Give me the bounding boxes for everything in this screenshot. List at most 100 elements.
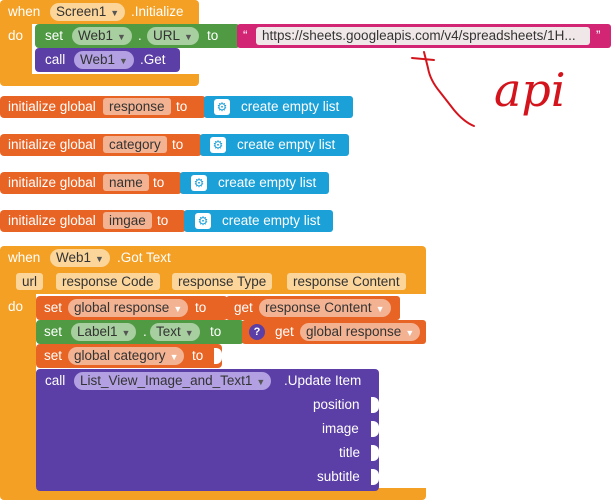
to-keyword: to	[207, 28, 219, 43]
to-keyword: to	[195, 300, 207, 315]
create-empty-list-label: create empty list	[218, 175, 317, 190]
label1-label: Label1	[77, 324, 118, 339]
global-name-imgae[interactable]: imgae	[103, 212, 152, 229]
param-label: response Type	[178, 274, 267, 289]
annotation-api-text: api	[494, 63, 566, 117]
global-name-response[interactable]: response	[103, 98, 171, 115]
to-keyword: to	[176, 99, 188, 114]
do-keyword: do	[8, 299, 24, 314]
question-mark-icon[interactable]: ?	[249, 324, 265, 340]
empty-socket[interactable]	[214, 348, 222, 364]
initialize-global-label: initialize global	[8, 99, 96, 114]
param-response-content[interactable]: response Content	[287, 273, 406, 290]
arg-subtitle-label: subtitle	[317, 469, 360, 484]
chevron-down-icon: ▼	[121, 328, 131, 338]
create-empty-list-label: create empty list	[241, 99, 340, 114]
param-label: url	[22, 274, 38, 289]
dot-separator: .	[143, 324, 147, 339]
gear-icon[interactable]: ⚙	[191, 175, 207, 191]
text-property-dropdown[interactable]: Text ▼	[150, 323, 200, 341]
set-keyword: set	[44, 324, 63, 339]
create-empty-list-label: create empty list	[222, 213, 321, 228]
var-label: global response	[306, 324, 402, 339]
chevron-down-icon: ▼	[256, 377, 266, 387]
response-content-var-dropdown[interactable]: response Content ▼	[259, 299, 391, 317]
chevron-down-icon: ▼	[184, 328, 194, 338]
global-response-var-dropdown[interactable]: global response ▼	[68, 299, 189, 317]
param-label: response Code	[62, 274, 154, 289]
screen1-component-dropdown[interactable]: Screen1 ▼	[50, 3, 126, 21]
arg-image-label: image	[322, 421, 359, 436]
set-keyword: set	[44, 300, 63, 315]
chevron-down-icon: ▼	[173, 304, 183, 314]
global-name-text: name	[109, 175, 143, 190]
call-keyword: call	[45, 373, 66, 388]
arg-title-label: title	[339, 445, 361, 460]
chevron-down-icon: ▼	[95, 254, 104, 264]
dot-separator: .	[138, 28, 142, 43]
chevron-down-icon: ▼	[169, 352, 179, 362]
chevron-down-icon: ▼	[405, 328, 415, 338]
global-category-var-dropdown[interactable]: global category ▼	[68, 347, 185, 365]
listview-component-dropdown[interactable]: List_View_Image_and_Text1 ▼	[74, 372, 272, 390]
to-keyword: to	[153, 175, 165, 190]
to-keyword: to	[157, 213, 169, 228]
var-label: global response	[74, 300, 170, 315]
to-keyword: to	[172, 137, 184, 152]
web1-component-dropdown[interactable]: Web1 ▼	[72, 27, 132, 45]
web1-call-component-dropdown[interactable]: Web1 ▼	[74, 51, 134, 69]
web1-label: Web1	[78, 28, 114, 43]
arg-position-label: position	[313, 397, 360, 412]
global-response-get-dropdown[interactable]: global response ▼	[300, 323, 421, 341]
chevron-down-icon: ▼	[375, 304, 385, 314]
chevron-down-icon: ▼	[184, 32, 193, 42]
arg-socket[interactable]	[371, 469, 379, 485]
global-name-name[interactable]: name	[103, 174, 149, 191]
text-property-label: Text	[156, 324, 181, 339]
call-keyword: call	[45, 52, 66, 67]
var-label: response Content	[265, 300, 372, 315]
create-empty-list-label: create empty list	[237, 137, 336, 152]
initialize-global-label: initialize global	[8, 213, 96, 228]
var-label: global category	[74, 348, 166, 363]
to-keyword: to	[192, 348, 204, 363]
initialize-event-label: .Initialize	[131, 4, 184, 19]
gear-icon[interactable]: ⚙	[214, 99, 230, 115]
arg-socket[interactable]	[371, 421, 379, 437]
global-name-text: category	[109, 137, 161, 152]
set-keyword: set	[45, 28, 64, 43]
param-label: response Content	[293, 274, 400, 289]
label1-component-dropdown[interactable]: Label1 ▼	[71, 323, 137, 341]
set-keyword: set	[44, 348, 63, 363]
web1-call-label: Web1	[80, 52, 116, 67]
global-name-text: response	[109, 99, 165, 114]
get-keyword: get	[234, 300, 253, 315]
url-property-label: URL	[153, 28, 181, 43]
arg-socket[interactable]	[371, 445, 379, 461]
arg-socket[interactable]	[371, 397, 379, 413]
chevron-down-icon: ▼	[117, 32, 126, 42]
quote-open: “	[243, 28, 248, 43]
global-name-category[interactable]: category	[103, 136, 167, 153]
web1-gottext-event-body	[0, 294, 36, 490]
param-response-type[interactable]: response Type	[172, 273, 273, 290]
url-property-dropdown[interactable]: URL ▼	[147, 27, 199, 45]
screen1-label: Screen1	[56, 4, 107, 19]
global-name-text: imgae	[109, 213, 146, 228]
initialize-global-label: initialize global	[8, 137, 96, 152]
screen-initialize-event-footer	[0, 74, 199, 86]
web1-event-component-dropdown[interactable]: Web1 ▼	[50, 249, 110, 267]
listview-label: List_View_Image_and_Text1	[80, 373, 253, 388]
param-url[interactable]: url	[16, 273, 44, 290]
do-keyword: do	[8, 28, 24, 43]
when-keyword: when	[8, 4, 41, 19]
initialize-global-label: initialize global	[8, 175, 96, 190]
got-text-event-label: .Got Text	[117, 250, 171, 265]
gear-icon[interactable]: ⚙	[195, 213, 211, 229]
param-response-code[interactable]: response Code	[56, 273, 160, 290]
get-method-label: .Get	[140, 52, 166, 67]
chevron-down-icon: ▼	[110, 8, 120, 18]
when-keyword: when	[8, 250, 41, 265]
chevron-down-icon: ▼	[119, 56, 128, 66]
gear-icon[interactable]: ⚙	[210, 137, 226, 153]
